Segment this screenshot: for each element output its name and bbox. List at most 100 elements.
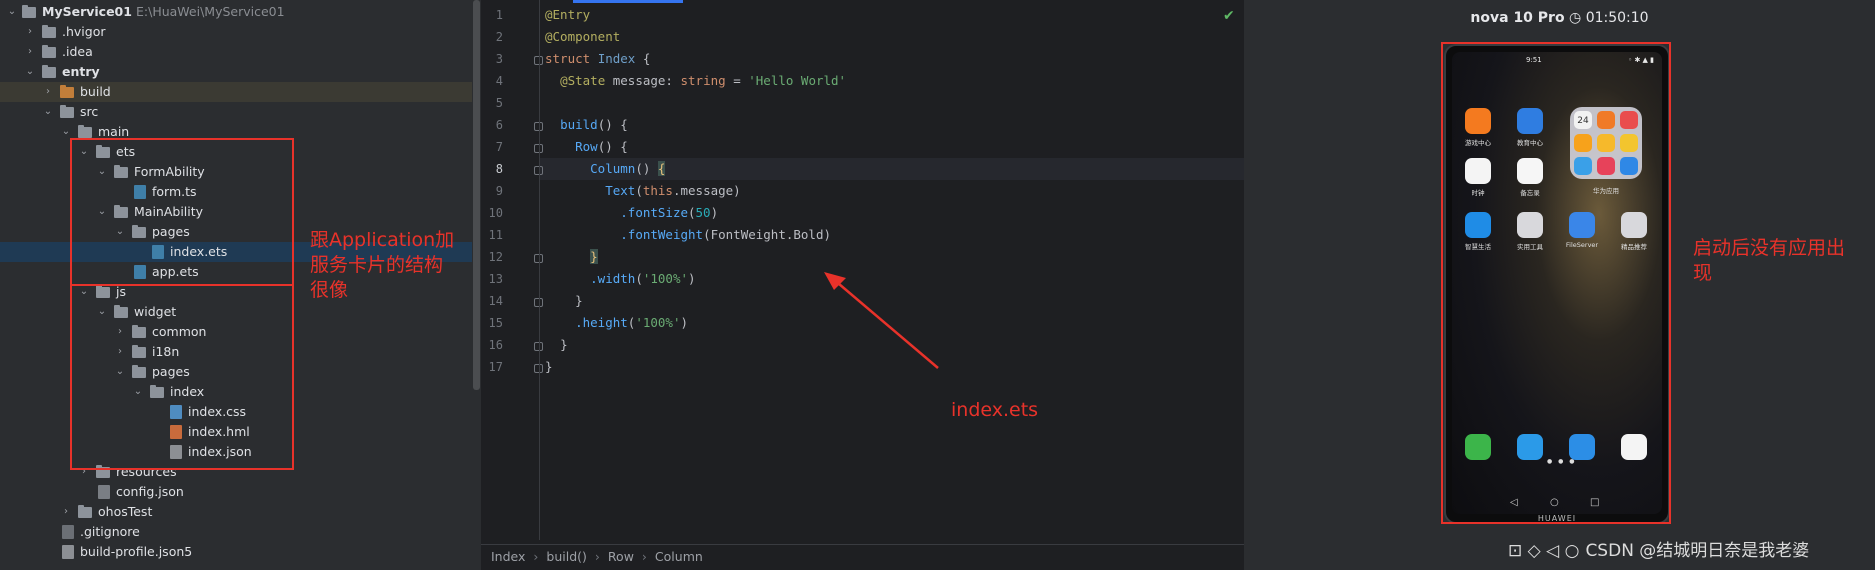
breadcrumb-item[interactable]: build() xyxy=(546,549,587,564)
annotation-line: 启动后没有应用出 xyxy=(1693,237,1846,259)
chevron-right-icon[interactable]: › xyxy=(60,502,72,522)
tree-root-label: MyService01 xyxy=(42,4,132,19)
line-number: 5 xyxy=(495,96,503,110)
tree-item-src[interactable]: ⌄ src xyxy=(0,102,472,122)
line-number: 1 xyxy=(495,8,503,22)
function-token: Row xyxy=(575,139,598,154)
paren-token: ) xyxy=(688,271,696,286)
folder-icon xyxy=(42,45,56,58)
type-token: string xyxy=(680,73,726,88)
tree-item-config-json[interactable]: config.json xyxy=(0,482,472,502)
check-icon[interactable]: ✔ xyxy=(1223,8,1235,24)
folder-icon xyxy=(60,85,74,98)
tree-item-label: .idea xyxy=(62,44,93,59)
code-line-16[interactable]: } xyxy=(545,334,568,356)
tree-scrollbar-thumb[interactable] xyxy=(473,0,480,390)
line-number-current: 8 xyxy=(495,162,503,176)
tree-item-label: build xyxy=(80,84,111,99)
breadcrumb-item[interactable]: Index xyxy=(491,549,525,564)
paren-token: ) xyxy=(710,205,719,220)
device-title: nova 10 Pro ◷ 01:50:10 xyxy=(1244,10,1875,26)
folder-icon xyxy=(42,65,56,78)
json-file-icon xyxy=(98,485,110,499)
chevron-down-icon[interactable]: ⌄ xyxy=(42,102,54,122)
line-number: 9 xyxy=(495,184,503,198)
code-line-4[interactable]: @State message: string = 'Hello World' xyxy=(545,70,846,92)
annotation-box-ets xyxy=(70,138,294,286)
folder-icon xyxy=(78,505,92,518)
function-token: Column xyxy=(590,161,636,176)
code-line-15[interactable]: .height('100%') xyxy=(545,312,688,334)
code-line-12[interactable]: } xyxy=(545,246,598,268)
folder-icon xyxy=(78,125,92,138)
line-number: 12 xyxy=(488,250,503,264)
decorator-token: @State xyxy=(560,73,606,88)
function-token: build xyxy=(560,117,598,132)
line-number: 17 xyxy=(488,360,503,374)
line-gutter: 1 2 3 4 5 6 7 8 9 10 11 12 13 14 15 16 1… xyxy=(481,0,543,540)
method-token: .fontSize xyxy=(620,205,688,220)
annotation-file-note: index.ets xyxy=(951,399,1039,421)
chevron-down-icon[interactable]: ⌄ xyxy=(6,2,18,22)
tree-item-gitignore[interactable]: .gitignore xyxy=(0,522,472,542)
code-line-14[interactable]: } xyxy=(545,290,583,312)
line-number: 4 xyxy=(495,74,503,88)
line-number: 16 xyxy=(488,338,503,352)
code-line-10[interactable]: .fontSize(50) xyxy=(545,202,718,224)
annotation-line: 跟Application加 xyxy=(310,229,455,251)
tree-item-ohostest[interactable]: › ohosTest xyxy=(0,502,472,522)
annotation-line: 服务卡片的结构 xyxy=(310,254,444,276)
tree-item-build[interactable]: › build xyxy=(0,82,472,102)
paren-token: () { xyxy=(597,117,628,132)
tree-item-label: entry xyxy=(62,64,100,79)
code-line-2[interactable]: @Component xyxy=(545,26,620,48)
line-number: 10 xyxy=(488,206,503,220)
tree-item-label: .gitignore xyxy=(80,524,140,539)
code-line-1[interactable]: @Entry xyxy=(545,4,590,26)
paren-token: ) xyxy=(680,315,689,330)
brace-token: } xyxy=(545,359,553,374)
tree-item-build-profile[interactable]: build-profile.json5 xyxy=(0,542,472,562)
keyword-token: struct xyxy=(545,51,591,66)
brace-token: { xyxy=(642,51,651,66)
code-line-7[interactable]: Row() { xyxy=(545,136,628,158)
paren-token: ( xyxy=(688,205,696,220)
code-line-6[interactable]: build() { xyxy=(545,114,628,136)
chevron-down-icon[interactable]: ⌄ xyxy=(24,62,36,82)
code-line-11[interactable]: .fontWeight(FontWeight.Bold) xyxy=(545,224,831,246)
chevron-right-icon[interactable]: › xyxy=(24,42,36,62)
line-number: 11 xyxy=(488,228,503,242)
preview-toolbar-icons: ⊡ ◇ ◁ ○ xyxy=(1508,541,1580,561)
tree-item-entry[interactable]: ⌄ entry xyxy=(0,62,472,82)
annotation-token: @Entry xyxy=(545,7,591,22)
code-line-9[interactable]: Text(this.message) xyxy=(545,180,740,202)
breadcrumb-item[interactable]: Column xyxy=(655,549,703,564)
tree-item-label: config.json xyxy=(116,484,184,499)
chevron-right-icon: › xyxy=(533,549,539,564)
tree-item-label: build-profile.json5 xyxy=(80,544,193,559)
annotation-token: @Component xyxy=(545,29,621,44)
line-number: 13 xyxy=(488,272,503,286)
string-token: 'Hello World' xyxy=(748,73,847,88)
property-token: message: xyxy=(612,73,673,88)
device-timer: 01:50:10 xyxy=(1585,10,1649,26)
this-token: this xyxy=(642,183,673,198)
code-line-3[interactable]: struct Index { xyxy=(545,48,650,70)
string-token: '100%' xyxy=(642,271,688,286)
line-number: 2 xyxy=(495,30,503,44)
code-line-8[interactable]: Column() { xyxy=(545,158,666,180)
breadcrumb-item[interactable]: Row xyxy=(608,549,634,564)
folder-icon xyxy=(42,25,56,38)
code-line-17[interactable]: } xyxy=(545,356,553,378)
tree-item-root[interactable]: ⌄ MyService01 E:\HuaWei\MyService01 xyxy=(0,2,472,22)
tree-item-idea[interactable]: › .idea xyxy=(0,42,472,62)
chevron-right-icon[interactable]: › xyxy=(24,22,36,42)
chevron-right-icon[interactable]: › xyxy=(42,82,54,102)
annotation-line: 现 xyxy=(1693,262,1713,284)
breadcrumb: Index › build() › Row › Column xyxy=(481,544,1244,570)
operator-token: = xyxy=(733,73,741,88)
line-number: 7 xyxy=(495,140,503,154)
tree-item-hvigor[interactable]: › .hvigor xyxy=(0,22,472,42)
chevron-right-icon: › xyxy=(641,549,647,564)
code-line-13[interactable]: .width('100%') xyxy=(545,268,696,290)
